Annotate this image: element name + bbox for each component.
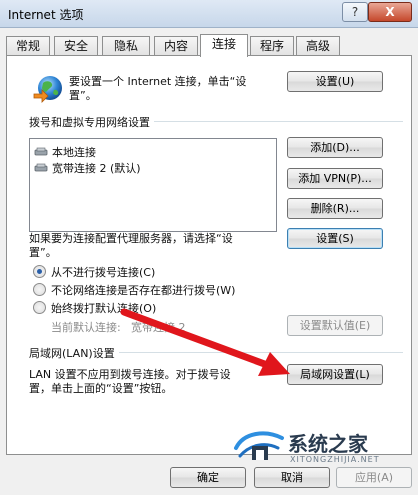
lan-settings-button[interactable]: 局域网设置(L) — [287, 364, 383, 385]
close-icon: X — [385, 5, 395, 19]
connections-panel: 要设置一个 Internet 连接，单击“设 置”。 设置(U) 拨号和虚拟专用… — [6, 55, 412, 455]
tab-content[interactable]: 内容 — [154, 36, 198, 56]
lan-group-title: 局域网(LAN)设置 — [29, 345, 119, 361]
add-vpn-button[interactable]: 添加 VPN(P)... — [287, 168, 383, 189]
set-default-button[interactable]: 设置默认值(E) — [287, 315, 383, 336]
tab-connections[interactable]: 连接 — [200, 34, 248, 57]
dialog-footer: 确定 取消 应用(A) — [0, 458, 418, 495]
cancel-button[interactable]: 取消 — [254, 467, 330, 488]
help-icon: ? — [351, 5, 359, 19]
title-bar: Internet 选项 ? X — [0, 0, 418, 28]
list-item[interactable]: 本地连接 — [34, 144, 96, 160]
list-item[interactable]: 宽带连接 2 (默认) — [34, 160, 141, 176]
radio-always-dial-network[interactable] — [33, 283, 46, 296]
globe-icon — [33, 76, 62, 103]
proxy-text-line2: 置”。 — [29, 246, 57, 259]
connection-list[interactable]: 本地连接 宽带连接 2 (默认) — [29, 138, 277, 232]
connection-label: 本地连接 — [52, 146, 96, 159]
dialup-group-title: 拨号和虚拟专用网络设置 — [29, 114, 154, 130]
setup-button[interactable]: 设置(U) — [287, 71, 383, 92]
radio-always-dial-network-label: 不论网络连接是否存在都进行拨号(W) — [51, 284, 236, 297]
close-button[interactable]: X — [368, 2, 412, 22]
window-title: Internet 选项 — [8, 8, 84, 22]
network-connection-icon — [34, 163, 48, 172]
proxy-text-line1: 如果要为连接配置代理服务器，请选择“设 — [29, 232, 233, 245]
tab-general[interactable]: 常规 — [6, 36, 50, 56]
radio-never-dial[interactable] — [33, 265, 46, 278]
help-button[interactable]: ? — [342, 2, 368, 22]
current-default-label: 当前默认连接: — [51, 321, 121, 334]
tab-programs[interactable]: 程序 — [250, 36, 294, 56]
tab-advanced[interactable]: 高级 — [296, 36, 340, 56]
network-connection-icon — [34, 147, 48, 156]
current-default-value: 宽带连接 2 — [131, 321, 186, 334]
radio-always-dial-default-label: 始终拨打默认连接(O) — [51, 302, 157, 315]
add-connection-button[interactable]: 添加(D)... — [287, 137, 383, 158]
lan-text-line2: 置，单击上面的“设置”按钮。 — [29, 382, 173, 395]
radio-always-dial-default[interactable] — [33, 301, 46, 314]
radio-never-dial-label: 从不进行拨号连接(C) — [51, 266, 156, 279]
setup-text-line2: 置”。 — [69, 89, 97, 102]
connection-label: 宽带连接 2 (默认) — [52, 162, 141, 175]
delete-connection-button[interactable]: 删除(R)... — [287, 198, 383, 219]
ok-button[interactable]: 确定 — [170, 467, 246, 488]
tab-security[interactable]: 安全 — [54, 36, 98, 56]
apply-button[interactable]: 应用(A) — [336, 467, 412, 488]
proxy-settings-button[interactable]: 设置(S) — [287, 228, 383, 249]
tab-privacy[interactable]: 隐私 — [102, 36, 150, 56]
